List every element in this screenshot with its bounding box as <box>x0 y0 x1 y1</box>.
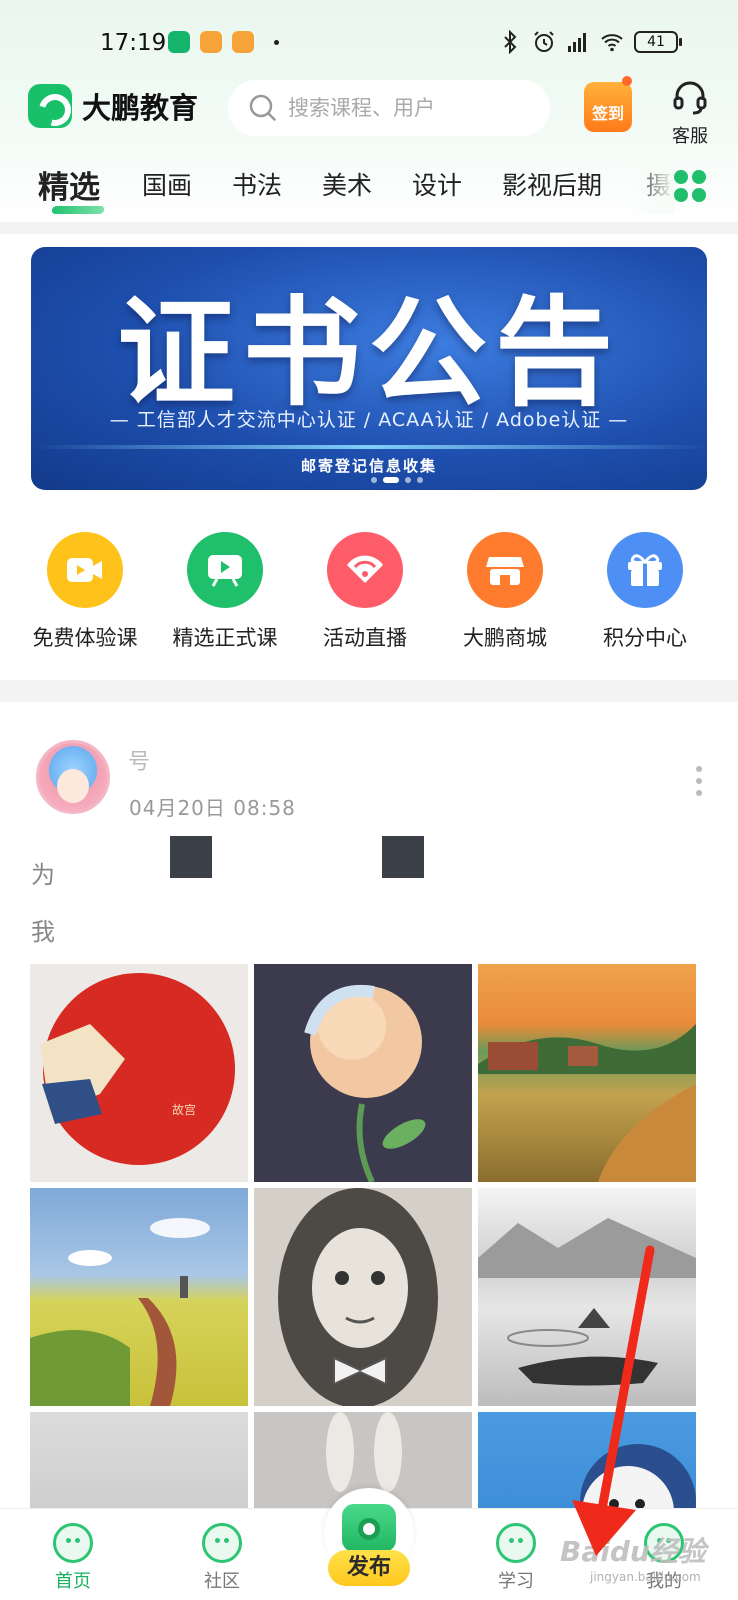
svg-text:故宫: 故宫 <box>172 1102 196 1117</box>
tab-design[interactable]: 设计 <box>412 166 462 202</box>
avatar-face <box>57 769 89 803</box>
notification-message-icon <box>200 31 222 53</box>
redaction-block <box>170 836 212 878</box>
post-username[interactable]: 号 <box>128 744 150 776</box>
status-bar: 17:19 41 <box>0 22 738 62</box>
notification-chat-icon <box>232 31 254 53</box>
redaction-block <box>382 836 424 878</box>
signal-icon <box>568 33 586 52</box>
home-face-icon <box>53 1523 93 1563</box>
gallery-image[interactable] <box>478 964 696 1182</box>
quick-entry-label: 精选正式课 <box>172 626 278 650</box>
active-tab-indicator <box>51 206 105 214</box>
post-timestamp: 04月20日 08:58 <box>129 792 296 821</box>
quick-entry-label: 活动直播 <box>323 626 407 650</box>
section-divider <box>0 680 738 702</box>
checkin-badge <box>622 76 632 86</box>
tabs-fade-overlay <box>630 160 674 214</box>
avatar[interactable] <box>36 740 110 814</box>
watermark-logo: Baidu经验 <box>560 1535 706 1568</box>
publish-button[interactable]: 发布 <box>322 1488 416 1596</box>
broadcast-icon <box>327 532 403 608</box>
category-tabs: 精选 国画 书法 美术 设计 影视后期 摄 <box>0 160 738 214</box>
tab-featured[interactable]: 精选 <box>38 162 100 207</box>
gallery-image[interactable]: 故宫 <box>30 964 248 1182</box>
post-text-line: 为 <box>31 861 55 889</box>
status-time: 17:19 <box>100 30 167 56</box>
bluetooth-icon <box>504 30 517 54</box>
community-face-icon <box>202 1523 242 1563</box>
section-divider <box>0 222 738 234</box>
brand[interactable]: 大鹏教育 <box>28 84 198 128</box>
study-face-icon <box>496 1523 536 1563</box>
nav-community[interactable]: 社区 <box>182 1523 262 1593</box>
quick-entry-premium-course[interactable]: 精选正式课 <box>155 532 295 652</box>
tab-video-post[interactable]: 影视后期 <box>502 166 602 202</box>
banner-pager[interactable] <box>371 477 423 483</box>
store-icon <box>467 532 543 608</box>
tab-fine-art[interactable]: 美术 <box>322 166 372 202</box>
more-options-icon[interactable] <box>696 766 704 796</box>
battery-icon: 41 <box>634 31 682 53</box>
quick-entries: 免费体验课 精选正式课 活动直播 大鹏商城 积分中心 <box>0 532 738 664</box>
promo-banner[interactable]: 证书公告 — 工信部人才交流中心认证 / ACAA认证 / Adobe认证 — … <box>31 247 707 490</box>
banner-glow-line <box>31 445 707 449</box>
quick-entry-live[interactable]: 活动直播 <box>295 532 435 652</box>
quick-entry-label: 大鹏商城 <box>463 626 547 650</box>
watermark-url: jingyan.baidu.com <box>590 1570 701 1584</box>
headset-icon <box>673 81 707 115</box>
tab-chinese-painting[interactable]: 国画 <box>142 166 192 202</box>
video-play-icon <box>47 532 123 608</box>
app-logo-icon <box>28 84 72 128</box>
post-image-gallery: 故宫 <box>30 964 710 1512</box>
checkin-gift-icon: 签到 <box>584 82 632 132</box>
gallery-image[interactable] <box>254 964 472 1182</box>
service-label: 客服 <box>672 126 708 147</box>
checkin-button[interactable]: 签到 <box>582 76 634 136</box>
post-text-line: 我 <box>31 918 55 946</box>
tab-calligraphy[interactable]: 书法 <box>232 166 282 202</box>
nav-label: 首页 <box>55 1571 91 1592</box>
banner-title: 证书公告 <box>116 284 621 422</box>
banner-subtitle: — 工信部人才交流中心认证 / ACAA认证 / Adobe认证 — <box>109 409 629 431</box>
quick-entry-label: 免费体验课 <box>32 626 138 650</box>
pager-dot <box>405 477 411 483</box>
nav-label: 社区 <box>204 1571 240 1592</box>
status-icons: 41 <box>498 28 682 56</box>
gallery-image[interactable] <box>30 1188 248 1406</box>
more-notifications-icon <box>274 40 279 45</box>
nav-label: 学习 <box>498 1571 534 1592</box>
pager-dot-active <box>383 477 399 483</box>
gift-icon <box>607 532 683 608</box>
post-clock: 08:58 <box>233 796 296 820</box>
quick-entry-store[interactable]: 大鹏商城 <box>435 532 575 652</box>
all-categories-icon[interactable] <box>674 170 706 202</box>
search-bar[interactable] <box>228 80 550 136</box>
nav-study[interactable]: 学习 <box>476 1523 556 1593</box>
brand-name: 大鹏教育 <box>82 91 199 125</box>
alarm-icon <box>534 31 554 52</box>
wifi-icon <box>601 34 623 52</box>
gallery-image[interactable] <box>478 1412 696 1512</box>
quick-entry-label: 积分中心 <box>603 626 687 650</box>
search-input[interactable] <box>288 96 538 120</box>
checkin-label: 签到 <box>591 104 624 123</box>
post-date: 04月20日 <box>129 796 226 820</box>
pager-dot <box>417 477 423 483</box>
gallery-image[interactable] <box>254 1188 472 1406</box>
gallery-image[interactable] <box>30 1412 248 1512</box>
customer-service-button[interactable]: 客服 <box>660 78 720 148</box>
gallery-image[interactable] <box>478 1188 696 1406</box>
quick-entry-free-trial[interactable]: 免费体验课 <box>15 532 155 652</box>
nav-home[interactable]: 首页 <box>33 1523 113 1593</box>
banner-note: 邮寄登记信息收集 <box>300 457 437 475</box>
publish-label: 发布 <box>328 1550 410 1586</box>
pager-dot <box>371 477 377 483</box>
quick-entry-points[interactable]: 积分中心 <box>575 532 715 652</box>
camera-icon <box>342 1504 396 1552</box>
notification-shield-icon <box>168 31 190 53</box>
search-icon <box>249 94 276 121</box>
screen-play-icon <box>187 532 263 608</box>
